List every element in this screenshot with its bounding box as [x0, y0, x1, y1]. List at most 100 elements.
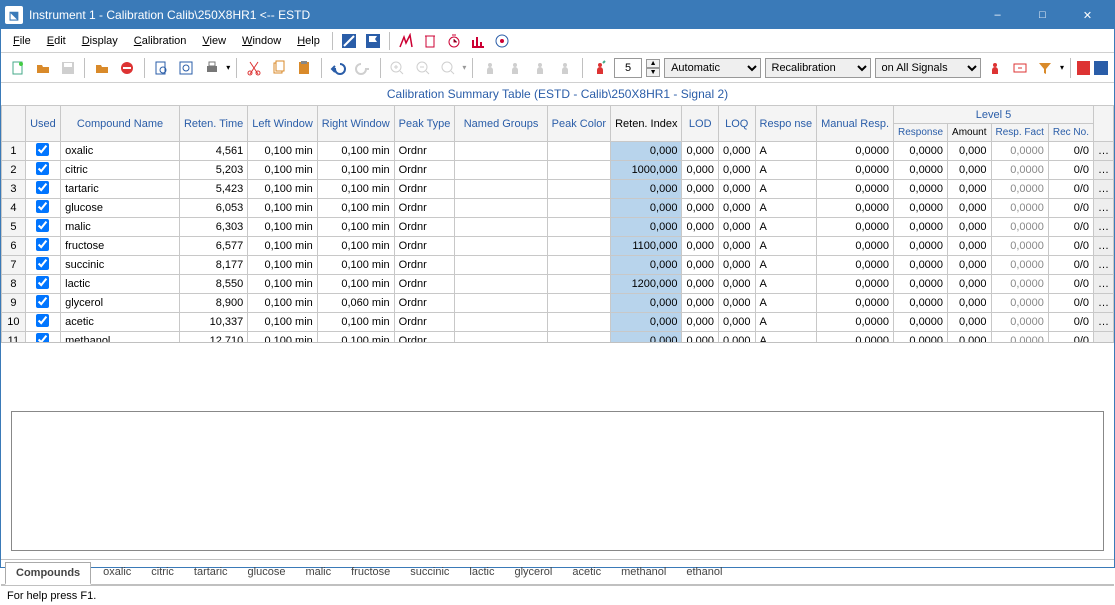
mrf-cell[interactable]: 0,0000 — [817, 256, 894, 275]
lw-cell[interactable]: 0,100 min — [248, 218, 318, 237]
ng-cell[interactable] — [455, 332, 547, 344]
ri-cell[interactable]: 0,000 — [611, 199, 682, 218]
tab-citric[interactable]: citric — [141, 562, 184, 582]
compound-cell[interactable]: succinic — [61, 256, 180, 275]
pt-cell[interactable]: Ordnr — [394, 161, 455, 180]
amount-cell[interactable]: 0,000 — [948, 142, 991, 161]
help-toggle-icon[interactable] — [339, 31, 359, 51]
resp-cell[interactable]: A — [755, 237, 817, 256]
col-ri[interactable]: Reten. Index — [611, 106, 682, 142]
lw-cell[interactable]: 0,100 min — [248, 313, 318, 332]
col-rf[interactable]: Resp. Fact — [991, 124, 1048, 142]
pc-cell[interactable] — [547, 199, 610, 218]
rw-cell[interactable]: 0,100 min — [317, 199, 394, 218]
menu-calibration[interactable]: Calibration — [128, 33, 193, 49]
man4-icon[interactable] — [555, 57, 576, 79]
tab-compounds[interactable]: Compounds — [5, 562, 91, 585]
ng-cell[interactable] — [455, 161, 547, 180]
tab-oxalic[interactable]: oxalic — [93, 562, 141, 582]
preview-icon[interactable] — [176, 57, 197, 79]
rw-cell[interactable]: 0,100 min — [317, 142, 394, 161]
rec-cell[interactable]: 0/0 — [1048, 313, 1093, 332]
print-icon[interactable] — [201, 57, 222, 79]
mode-combo[interactable]: Automatic — [664, 58, 760, 78]
rw-cell[interactable]: 0,100 min — [317, 161, 394, 180]
delete-cal-icon[interactable] — [420, 31, 440, 51]
undo-icon[interactable] — [328, 57, 349, 79]
apply-icon[interactable] — [985, 57, 1006, 79]
table-row[interactable]: 5malic6,3030,100 min0,100 minOrdnr0,0000… — [2, 218, 1114, 237]
loq-cell[interactable]: 0,000 — [718, 142, 755, 161]
lod-cell[interactable]: 0,000 — [682, 256, 719, 275]
rec-cell[interactable]: 0/0 — [1048, 237, 1093, 256]
response-cell[interactable]: 0,0000 — [894, 161, 948, 180]
loq-cell[interactable]: 0,000 — [718, 332, 755, 344]
tab-malic[interactable]: malic — [295, 562, 341, 582]
man3-icon[interactable] — [530, 57, 551, 79]
ng-cell[interactable] — [455, 313, 547, 332]
rt-cell[interactable]: 5,203 — [179, 161, 247, 180]
menu-view[interactable]: View — [196, 33, 232, 49]
new-icon[interactable] — [7, 57, 28, 79]
menu-help[interactable]: Help — [291, 33, 326, 49]
mrf-cell[interactable]: 0,0000 — [817, 161, 894, 180]
amount-cell[interactable]: 0,000 — [948, 275, 991, 294]
row-menu-button[interactable]: … — [1094, 180, 1114, 199]
mrf-cell[interactable]: 0,0000 — [817, 237, 894, 256]
menu-display[interactable]: Display — [76, 33, 124, 49]
response-cell[interactable]: 0,0000 — [894, 199, 948, 218]
pc-cell[interactable] — [547, 313, 610, 332]
pt-cell[interactable]: Ordnr — [394, 275, 455, 294]
resp-cell[interactable]: A — [755, 199, 817, 218]
ng-cell[interactable] — [455, 237, 547, 256]
response-cell[interactable]: 0,0000 — [894, 142, 948, 161]
level-icon[interactable] — [589, 57, 610, 79]
chart-icon[interactable] — [468, 31, 488, 51]
mrf-cell[interactable]: 0,0000 — [817, 142, 894, 161]
used-checkbox[interactable] — [25, 218, 60, 237]
used-checkbox[interactable] — [25, 294, 60, 313]
col-compound[interactable]: Compound Name — [61, 106, 180, 142]
folder-delete-icon[interactable] — [117, 57, 138, 79]
ri-cell[interactable]: 0,000 — [611, 180, 682, 199]
man1-icon[interactable] — [479, 57, 500, 79]
rt-cell[interactable]: 6,303 — [179, 218, 247, 237]
col-rec[interactable]: Rec No. — [1048, 124, 1093, 142]
clock-icon[interactable] — [444, 31, 464, 51]
row-menu-button[interactable]: … — [1094, 218, 1114, 237]
response-cell[interactable]: 0,0000 — [894, 180, 948, 199]
table-row[interactable]: 8lactic8,5500,100 min0,100 minOrdnr1200,… — [2, 275, 1114, 294]
row-menu-button[interactable]: … — [1094, 275, 1114, 294]
compound-cell[interactable]: methanol — [61, 332, 180, 344]
rec-cell[interactable]: 0/0 — [1048, 180, 1093, 199]
col-level[interactable]: Level 5 — [894, 106, 1094, 124]
col-lod[interactable]: LOD — [682, 106, 719, 142]
ri-cell[interactable]: 0,000 — [611, 256, 682, 275]
loq-cell[interactable]: 0,000 — [718, 180, 755, 199]
compound-cell[interactable]: glycerol — [61, 294, 180, 313]
search-doc-icon[interactable] — [151, 57, 172, 79]
table-row[interactable]: 1oxalic4,5610,100 min0,100 minOrdnr0,000… — [2, 142, 1114, 161]
used-checkbox[interactable] — [25, 237, 60, 256]
used-checkbox[interactable] — [25, 275, 60, 294]
response-cell[interactable]: 0,0000 — [894, 332, 948, 344]
rec-cell[interactable]: 0/0 — [1048, 218, 1093, 237]
tab-methanol[interactable]: methanol — [611, 562, 676, 582]
rec-cell[interactable]: 0/0 — [1048, 199, 1093, 218]
resp-cell[interactable]: A — [755, 218, 817, 237]
mrf-cell[interactable]: 0,0000 — [817, 332, 894, 344]
table-row[interactable]: 6fructose6,5770,100 min0,100 minOrdnr110… — [2, 237, 1114, 256]
amount-cell[interactable]: 0,000 — [948, 313, 991, 332]
lw-cell[interactable]: 0,100 min — [248, 256, 318, 275]
response-cell[interactable]: 0,0000 — [894, 237, 948, 256]
table-row[interactable]: 9glycerol8,9000,100 min0,060 minOrdnr0,0… — [2, 294, 1114, 313]
resp-cell[interactable]: A — [755, 142, 817, 161]
maximize-button[interactable]: □ — [1020, 1, 1065, 29]
pc-cell[interactable] — [547, 256, 610, 275]
compound-cell[interactable]: citric — [61, 161, 180, 180]
loq-cell[interactable]: 0,000 — [718, 218, 755, 237]
ng-cell[interactable] — [455, 142, 547, 161]
zoom-fit-icon[interactable] — [437, 57, 458, 79]
ng-cell[interactable] — [455, 294, 547, 313]
col-response[interactable]: Response — [894, 124, 948, 142]
